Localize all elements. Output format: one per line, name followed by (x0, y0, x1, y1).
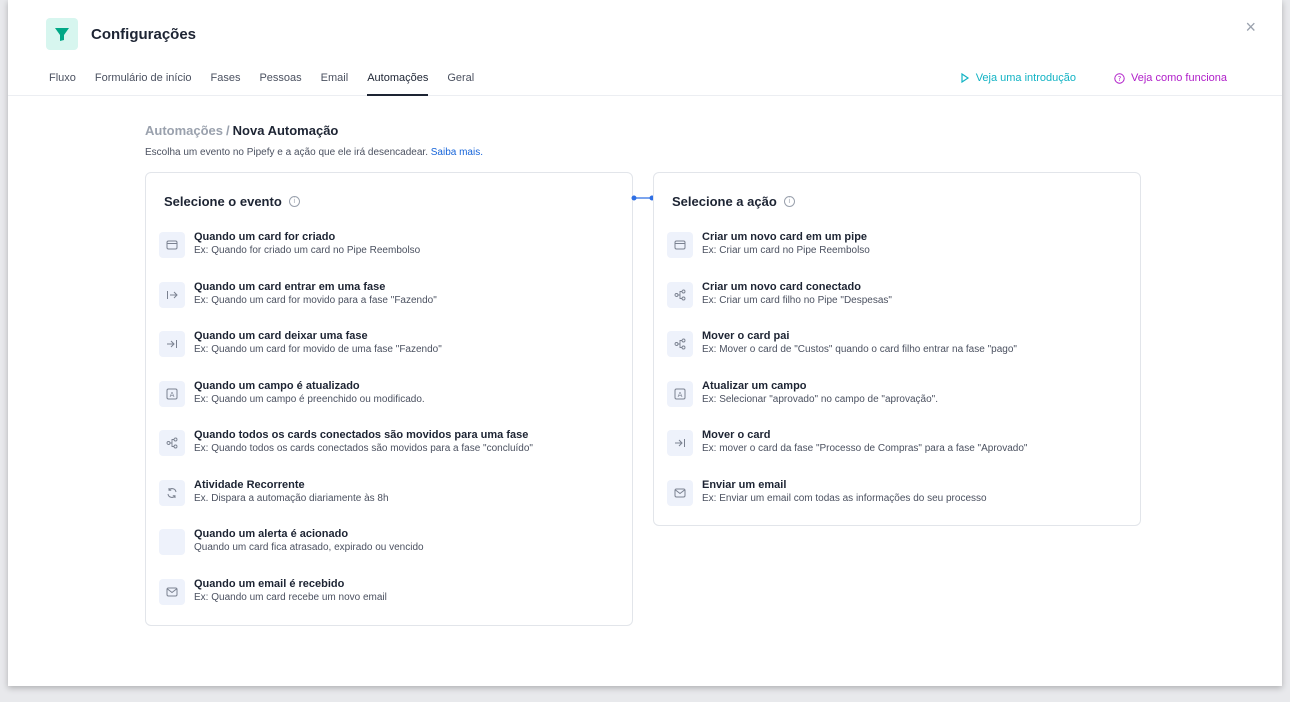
how-it-works-label: Veja como funciona (1130, 72, 1227, 84)
tab-automacoes[interactable]: Automações (367, 72, 429, 96)
page-title: Nova Automação (232, 123, 339, 138)
email-icon (159, 578, 185, 605)
event-title: Quando um alerta é acionado (194, 528, 349, 540)
event-item-field-updated[interactable]: A Quando um campo é atualizado Ex: Quand… (159, 379, 619, 429)
intro-link[interactable]: Veja uma introdução (960, 72, 1076, 84)
event-desc: Ex: Quando um campo é preenchido ou modi… (194, 393, 425, 405)
action-title: Criar um novo card em um pipe (702, 231, 868, 243)
action-title: Atualizar um campo (702, 379, 807, 392)
pipefy-logo-icon (46, 18, 78, 50)
field-icon: A (159, 380, 185, 407)
event-title: Quando todos os cards conectados são mov… (194, 429, 529, 441)
actions-panel-title: Selecione a ação i (672, 194, 795, 209)
action-item-create-card[interactable]: Criar um novo card em um pipe Ex: Criar … (667, 230, 1127, 280)
event-desc: Ex. Dispara a automação diariamente às 8… (194, 492, 389, 504)
help-links: Veja uma introdução ? Veja como funciona (960, 72, 1227, 84)
event-item-connected-cards-moved[interactable]: Quando todos os cards conectados são mov… (159, 428, 619, 478)
tab-geral[interactable]: Geral (447, 72, 474, 96)
page-subtitle: Escolha um evento no Pipefy e a ação que… (145, 147, 483, 158)
connection-icon (667, 331, 693, 357)
event-title: Atividade Recorrente (194, 478, 305, 491)
event-title: Quando um email é recebido (194, 577, 345, 590)
event-desc: Ex: Quando um card recebe um novo email (194, 591, 387, 603)
enter-phase-icon (159, 281, 185, 308)
play-icon (961, 73, 969, 83)
event-item-card-enters-phase[interactable]: Quando um card entrar em uma fase Ex: Qu… (159, 280, 619, 330)
event-title: Quando um campo é atualizado (194, 379, 360, 392)
event-desc: Ex: Quando um card for movido de uma fas… (194, 344, 442, 355)
connection-icon (159, 430, 185, 456)
event-title: Quando um card entrar em uma fase (194, 280, 386, 293)
events-list: Quando um card for criado Ex: Quando for… (159, 230, 619, 626)
intro-link-label: Veja uma introdução (975, 72, 1076, 84)
how-it-works-link[interactable]: ? Veja como funciona (1114, 72, 1227, 84)
actions-title-text: Selecione a ação (672, 194, 777, 209)
action-item-move-card[interactable]: Mover o card Ex: mover o card da fase "P… (667, 428, 1127, 478)
event-title: Quando um card deixar uma fase (194, 330, 368, 342)
events-title-text: Selecione o evento (164, 194, 282, 209)
event-item-card-leaves-phase[interactable]: Quando um card deixar uma fase Ex: Quand… (159, 329, 619, 379)
event-item-alert-triggered[interactable]: Quando um alerta é acionado Quando um ca… (159, 527, 619, 577)
settings-modal: Configurações × Fluxo Formulário de iníc… (8, 0, 1282, 686)
action-item-move-parent-card[interactable]: Mover o card pai Ex: Mover o card de "Cu… (667, 329, 1127, 379)
leave-phase-icon (667, 430, 693, 456)
action-desc: Ex: Mover o card de "Custos" quando o ca… (702, 344, 1017, 355)
settings-tabs: Fluxo Formulário de início Fases Pessoas… (49, 72, 474, 96)
leave-phase-icon (159, 331, 185, 357)
field-icon: A (667, 380, 693, 407)
tab-formulario-inicio[interactable]: Formulário de início (95, 72, 192, 96)
action-item-update-field[interactable]: A Atualizar um campo Ex: Selecionar "apr… (667, 379, 1127, 429)
event-action-connector (631, 195, 655, 201)
alert-icon (159, 529, 185, 555)
subtitle-text: Escolha um evento no Pipefy e a ação que… (145, 147, 431, 158)
action-item-send-email[interactable]: Enviar um email Ex: Enviar um email com … (667, 478, 1127, 528)
action-desc: Ex: Criar um card filho no Pipe "Despesa… (702, 294, 892, 306)
email-icon (667, 479, 693, 506)
tab-fluxo[interactable]: Fluxo (49, 72, 76, 96)
action-title: Criar um novo card conectado (702, 280, 861, 293)
learn-more-link[interactable]: Saiba mais. (431, 147, 483, 158)
svg-text:?: ? (1118, 75, 1122, 83)
action-desc: Ex: Selecionar "aprovado" no campo de "a… (702, 393, 939, 405)
card-icon (667, 232, 693, 258)
breadcrumb-separator: / (226, 123, 230, 138)
event-title: Quando um card for criado (194, 231, 336, 243)
events-panel: Selecione o evento i Quando um card for … (145, 172, 633, 626)
recurring-icon (159, 479, 185, 506)
help-circle-icon: ? (1114, 72, 1125, 84)
action-desc: Ex: Enviar um email com todas as informa… (702, 492, 987, 504)
event-desc: Quando um card fica atrasado, expirado o… (194, 542, 424, 553)
action-desc: Ex: mover o card da fase "Processo de Co… (702, 443, 1028, 454)
event-desc: Ex: Quando for criado um card no Pipe Re… (194, 245, 421, 256)
breadcrumb: Automações / Nova Automação (145, 123, 338, 138)
action-title: Enviar um email (702, 478, 787, 491)
actions-panel: Selecione a ação i Criar um novo card em… (653, 172, 1141, 526)
svg-text:A: A (678, 390, 683, 398)
tab-fases[interactable]: Fases (211, 72, 241, 96)
event-desc: Ex: Quando um card for movido para a fas… (194, 294, 437, 306)
action-desc: Ex: Criar um card no Pipe Reembolso (702, 245, 870, 256)
event-desc: Ex: Quando todos os cards conectados são… (194, 443, 533, 454)
info-icon[interactable]: i (288, 196, 300, 207)
action-title: Mover o card pai (702, 330, 790, 342)
info-icon[interactable]: i (783, 196, 795, 207)
event-item-card-created[interactable]: Quando um card for criado Ex: Quando for… (159, 230, 619, 280)
action-item-create-connected-card[interactable]: Criar um novo card conectado Ex: Criar u… (667, 280, 1127, 330)
tab-pessoas[interactable]: Pessoas (259, 72, 301, 96)
actions-list: Criar um novo card em um pipe Ex: Criar … (667, 230, 1127, 527)
action-title: Mover o card (702, 429, 771, 441)
svg-text:A: A (170, 390, 175, 398)
close-icon[interactable]: × (1245, 18, 1256, 36)
events-panel-title: Selecione o evento i (164, 194, 300, 209)
breadcrumb-automacoes[interactable]: Automações (145, 123, 223, 138)
modal-title: Configurações (91, 26, 197, 43)
event-item-email-received[interactable]: Quando um email é recebido Ex: Quando um… (159, 577, 619, 627)
tab-email[interactable]: Email (321, 72, 349, 96)
event-item-recurring-activity[interactable]: Atividade Recorrente Ex. Dispara a autom… (159, 478, 619, 528)
card-icon (159, 232, 185, 258)
settings-header: Configurações × Fluxo Formulário de iníc… (8, 0, 1282, 96)
connection-icon (667, 281, 693, 308)
